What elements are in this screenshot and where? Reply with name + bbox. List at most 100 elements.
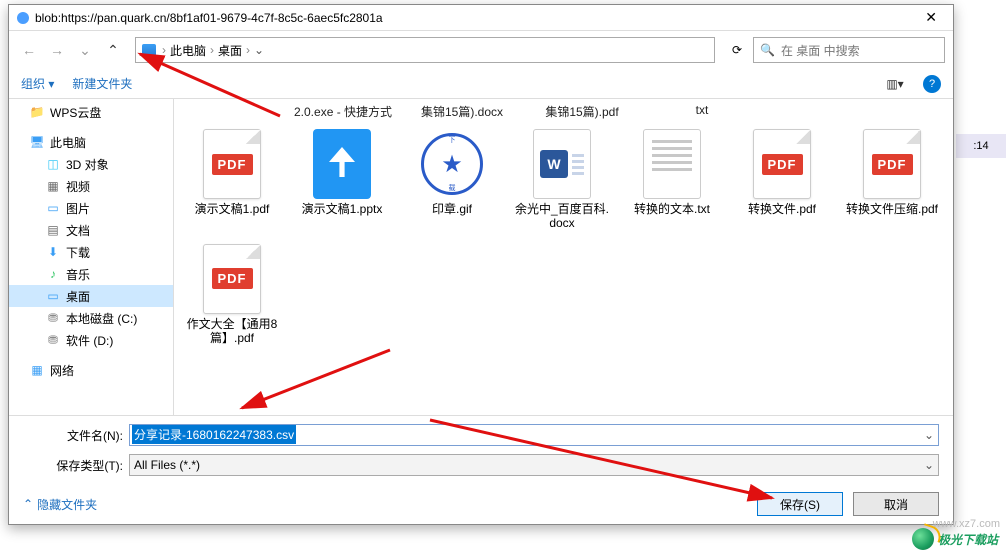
file-label: 转换的文本.txt bbox=[634, 202, 710, 216]
breadcrumb-item[interactable]: 此电脑 bbox=[170, 42, 206, 59]
folder-icon: 🖥 bbox=[29, 135, 45, 149]
sidebar-item-1[interactable]: 🖥 此电脑 bbox=[9, 131, 173, 153]
file-label: 集锦15篇).pdf bbox=[534, 103, 630, 120]
navbar: ← → ⌄ ⌃ › 此电脑 › 桌面 › ⌄ ⟳ 🔍 在 桌面 中搜索 bbox=[9, 31, 953, 69]
save-dialog: blob:https://pan.quark.cn/8bf1af01-9679-… bbox=[8, 4, 954, 525]
up-button[interactable]: ⌃ bbox=[101, 38, 125, 62]
sidebar-item-0[interactable]: 📁 WPS云盘 bbox=[9, 101, 173, 123]
file-item[interactable]: W余光中_百度百科.docx bbox=[514, 126, 610, 231]
brand-orb-icon bbox=[912, 528, 934, 550]
file-item[interactable]: 下★载印章.gif bbox=[404, 126, 500, 231]
favicon bbox=[17, 12, 29, 24]
sidebar-item-5[interactable]: ▤ 文档 bbox=[9, 219, 173, 241]
sidebar-item-2[interactable]: ◫ 3D 对象 bbox=[9, 153, 173, 175]
file-label: 作文大全【通用8篇】.pdf bbox=[185, 317, 279, 346]
new-folder-button[interactable]: 新建文件夹 bbox=[72, 75, 132, 92]
sidebar-item-label: 下载 bbox=[66, 244, 90, 261]
close-button[interactable]: ✕ bbox=[917, 9, 945, 26]
file-label: 印章.gif bbox=[432, 202, 472, 216]
titlebar: blob:https://pan.quark.cn/8bf1af01-9679-… bbox=[9, 5, 953, 31]
filename-label: 文件名(N): bbox=[23, 427, 123, 444]
forward-button[interactable]: → bbox=[45, 38, 69, 62]
file-item[interactable]: PDF演示文稿1.pdf bbox=[184, 126, 280, 231]
cancel-button[interactable]: 取消 bbox=[853, 492, 939, 516]
file-label: txt bbox=[654, 103, 750, 120]
folder-icon: ▤ bbox=[45, 223, 61, 237]
sidebar-item-label: 3D 对象 bbox=[66, 156, 109, 173]
save-button[interactable]: 保存(S) bbox=[757, 492, 843, 516]
window-title: blob:https://pan.quark.cn/8bf1af01-9679-… bbox=[35, 11, 917, 25]
organize-menu[interactable]: 组织 ▾ bbox=[21, 75, 54, 92]
sidebar-item-label: 音乐 bbox=[66, 266, 90, 283]
brand-logo: 极光下载站 bbox=[912, 528, 998, 550]
file-label: 演示文稿1.pptx bbox=[302, 202, 383, 216]
filename-input[interactable]: 分享记录-1680162247383.csv ⌄ bbox=[129, 424, 939, 446]
toolbar: 组织 ▾ 新建文件夹 ▥▾ ? bbox=[9, 69, 953, 99]
sidebar-item-label: 视频 bbox=[66, 178, 90, 195]
file-item[interactable]: 转换的文本.txt bbox=[624, 126, 720, 231]
external-badge: :14 bbox=[956, 134, 1006, 158]
breadcrumb[interactable]: › 此电脑 › 桌面 › ⌄ bbox=[135, 37, 715, 63]
refresh-button[interactable]: ⟳ bbox=[725, 38, 749, 62]
file-label: 2.0.exe - 快捷方式 bbox=[294, 103, 390, 120]
sidebar-item-label: 图片 bbox=[66, 200, 90, 217]
sidebar: 📁 WPS云盘 🖥 此电脑 ◫ 3D 对象 ▦ 视频 ▭ 图片 ▤ 文档 ⬇ 下载 ♪ 音乐 ▭桌面 ⛃ 本地磁盘 … bbox=[9, 99, 174, 415]
back-button[interactable]: ← bbox=[17, 38, 41, 62]
file-icon: PDF bbox=[199, 241, 265, 317]
file-icon: PDF bbox=[749, 126, 815, 202]
filetype-select[interactable]: All Files (*.*) ⌄ bbox=[129, 454, 939, 476]
sidebar-item-3[interactable]: ▦ 视频 bbox=[9, 175, 173, 197]
folder-icon: ⬇ bbox=[45, 245, 61, 259]
filetype-label: 保存类型(T): bbox=[23, 457, 123, 474]
folder-icon: 📁 bbox=[29, 105, 45, 119]
sidebar-item-label: 此电脑 bbox=[50, 134, 86, 151]
sidebar-item-8[interactable]: ▭桌面 bbox=[9, 285, 173, 307]
folder-icon: ▦ bbox=[29, 363, 45, 377]
help-button[interactable]: ? bbox=[923, 75, 941, 93]
view-mode-button[interactable]: ▥▾ bbox=[885, 77, 905, 91]
file-icon bbox=[309, 126, 375, 202]
breadcrumb-icon bbox=[142, 44, 156, 56]
file-icon: PDF bbox=[859, 126, 925, 202]
hide-folders-link[interactable]: ⌃ 隐藏文件夹 bbox=[23, 496, 97, 513]
sidebar-item-7[interactable]: ♪ 音乐 bbox=[9, 263, 173, 285]
search-icon: 🔍 bbox=[760, 43, 775, 57]
folder-icon: ◫ bbox=[45, 157, 61, 171]
file-item[interactable]: 演示文稿1.pptx bbox=[294, 126, 390, 231]
file-label: 余光中_百度百科.docx bbox=[515, 202, 609, 231]
folder-icon: ⛃ bbox=[45, 311, 61, 325]
sidebar-item-4[interactable]: ▭ 图片 bbox=[9, 197, 173, 219]
file-label: 转换文件.pdf bbox=[748, 202, 816, 216]
file-content: 2.0.exe - 快捷方式 集锦15篇).docx 集锦15篇).pdf txt P… bbox=[174, 99, 953, 415]
file-label: 转换文件压缩.pdf bbox=[846, 202, 938, 216]
sidebar-item-6[interactable]: ⬇ 下载 bbox=[9, 241, 173, 263]
recent-dropdown[interactable]: ⌄ bbox=[73, 38, 97, 62]
chevron-down-icon: ⌃ bbox=[23, 497, 33, 511]
file-item[interactable]: PDF作文大全【通用8篇】.pdf bbox=[184, 241, 280, 346]
file-label: 演示文稿1.pdf bbox=[195, 202, 270, 216]
folder-icon: ▦ bbox=[45, 179, 61, 193]
folder-icon: ♪ bbox=[45, 267, 61, 281]
search-input[interactable]: 🔍 在 桌面 中搜索 bbox=[753, 37, 945, 63]
breadcrumb-item[interactable]: 桌面 bbox=[218, 42, 242, 59]
sidebar-item-label: 桌面 bbox=[66, 288, 90, 305]
sidebar-item-label: 文档 bbox=[66, 222, 90, 239]
file-item[interactable]: PDF转换文件.pdf bbox=[734, 126, 830, 231]
sidebar-item-label: 网络 bbox=[50, 362, 74, 379]
breadcrumb-dropdown[interactable]: ⌄ bbox=[254, 43, 268, 57]
sidebar-item-9[interactable]: ⛃ 本地磁盘 (C:) bbox=[9, 307, 173, 329]
file-icon: PDF bbox=[199, 126, 265, 202]
filename-dropdown-icon[interactable]: ⌄ bbox=[924, 428, 934, 442]
bottom-panel: 文件名(N): 分享记录-1680162247383.csv ⌄ 保存类型(T)… bbox=[9, 415, 953, 486]
chevron-down-icon: ⌄ bbox=[924, 458, 934, 472]
sidebar-item-10[interactable]: ⛃软件 (D:) bbox=[9, 329, 173, 351]
sidebar-item-label: WPS云盘 bbox=[50, 104, 101, 121]
sidebar-item-label: 本地磁盘 (C:) bbox=[66, 310, 137, 327]
footer: ⌃ 隐藏文件夹 保存(S) 取消 bbox=[9, 486, 953, 524]
file-item[interactable]: PDF转换文件压缩.pdf bbox=[844, 126, 940, 231]
folder-icon: ▭ bbox=[45, 201, 61, 215]
sidebar-item-11[interactable]: ▦ 网络 bbox=[9, 359, 173, 381]
file-icon bbox=[639, 126, 705, 202]
folder-icon: ⛃ bbox=[45, 333, 61, 347]
file-label: 集锦15篇).docx bbox=[414, 103, 510, 120]
